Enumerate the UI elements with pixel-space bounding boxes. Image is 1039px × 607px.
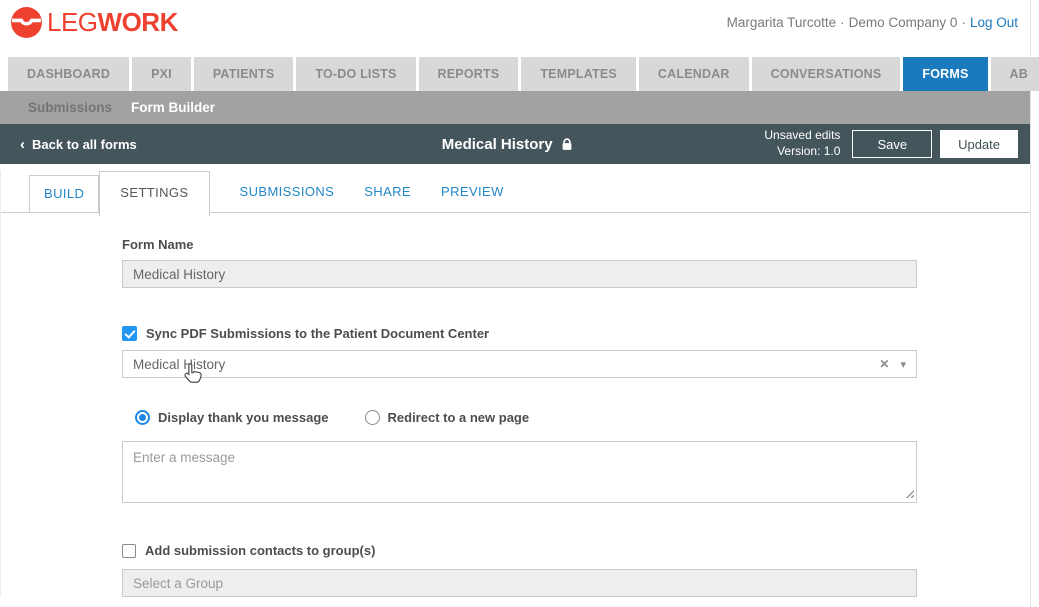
toolbar-actions: Unsaved edits Version: 1.0 Save Update: [764, 128, 1018, 159]
form-name-input[interactable]: [122, 260, 917, 288]
back-to-all-forms-link[interactable]: ‹ Back to all forms: [20, 137, 250, 152]
back-label: Back to all forms: [32, 136, 137, 152]
tab-preview[interactable]: PREVIEW: [441, 184, 504, 212]
top-header: LEGWORK Margarita Turcotte · Demo Company …: [0, 0, 1030, 44]
document-type-select[interactable]: Medical History ✕ ▾: [122, 350, 917, 383]
legwork-logo[interactable]: LEGWORK: [10, 6, 178, 39]
unsaved-edits-text: Unsaved edits: [764, 128, 841, 143]
nav-tab-conversations[interactable]: CONVERSATIONS: [751, 57, 901, 91]
nav-tab-pxi[interactable]: PXI: [132, 57, 191, 91]
update-button[interactable]: Update: [940, 130, 1018, 158]
nav-tab-patients[interactable]: PATIENTS: [193, 57, 294, 91]
subnav-item-form-builder[interactable]: Form Builder: [131, 100, 215, 115]
redirect-new-page-radio[interactable]: [364, 410, 380, 425]
nav-tab-calendar[interactable]: CALENDAR: [638, 57, 749, 91]
lock-icon: [562, 138, 572, 150]
add-to-group-label: Add submission contacts to group(s): [145, 543, 376, 558]
save-button[interactable]: Save: [852, 130, 933, 158]
forms-subnav: Submissions Form Builder: [0, 91, 1030, 124]
add-to-group-row: Add submission contacts to group(s): [122, 543, 917, 558]
separator: ·: [840, 14, 845, 30]
tab-share[interactable]: SHARE: [364, 184, 411, 212]
thank-you-message-textarea[interactable]: [122, 441, 917, 503]
version-text: Version: 1.0: [777, 144, 841, 158]
redirect-new-page-label: Redirect to a new page: [387, 410, 530, 425]
sync-pdf-checkbox[interactable]: [122, 326, 137, 341]
select-controls: ✕ ▾: [879, 351, 906, 377]
sync-pdf-row: Sync PDF Submissions to the Patient Docu…: [122, 326, 917, 341]
subnav-item-submissions[interactable]: Submissions: [28, 100, 112, 115]
form-toolbar: ‹ Back to all forms Medical History Unsa…: [0, 124, 1030, 164]
legwork-smile-icon: [11, 6, 42, 38]
form-title-text: Medical History: [441, 135, 553, 153]
user-info: Margarita Turcotte · Demo Company 0 · Log Ou…: [727, 15, 1018, 30]
clear-selection-icon[interactable]: ✕: [879, 357, 889, 371]
back-chevron-icon: ‹: [20, 135, 25, 153]
tab-settings[interactable]: SETTINGS: [99, 171, 210, 216]
sync-pdf-label: Sync PDF Submissions to the Patient Docu…: [146, 326, 490, 341]
form-name-label: Form Name: [122, 237, 194, 252]
form-builder-main: BUILD SETTINGS SUBMISSIONS SHARE PREVIEW…: [0, 170, 1030, 597]
form-title: Medical History: [250, 136, 764, 153]
primary-nav: DASHBOARD PXI PATIENTS TO-DO LISTS REPOR…: [0, 44, 1039, 91]
tab-submissions[interactable]: SUBMISSIONS: [240, 184, 335, 212]
tab-build[interactable]: BUILD: [29, 175, 100, 212]
display-thank-you-label: Display thank you message: [158, 410, 329, 425]
group-select-input[interactable]: [122, 569, 917, 597]
app-window: LEGWORK Margarita Turcotte · Demo Company …: [0, 0, 1039, 607]
display-thank-you-radio[interactable]: [135, 410, 150, 425]
add-to-group-checkbox[interactable]: [122, 543, 136, 558]
confirmation-options-row: Display thank you message Redirect to a …: [122, 410, 917, 425]
nav-tab-ab[interactable]: AB: [990, 57, 1039, 91]
logout-link[interactable]: Log Out: [970, 15, 1018, 30]
save-status: Unsaved edits Version: 1.0: [764, 128, 840, 159]
document-type-value: Medical History: [133, 356, 226, 372]
logo-wordmark: LEGWORK: [47, 7, 178, 37]
thank-you-message-wrap: [122, 441, 917, 503]
builder-tabs: BUILD SETTINGS SUBMISSIONS SHARE PREVIEW: [1, 170, 1030, 216]
separator: ·: [961, 14, 966, 30]
user-name: Margarita Turcotte: [726, 14, 837, 30]
nav-tab-templates[interactable]: TEMPLATES: [521, 57, 636, 91]
nav-tab-reports[interactable]: REPORTS: [418, 57, 519, 91]
nav-tab-forms[interactable]: FORMS: [903, 57, 988, 91]
chevron-down-icon[interactable]: ▾: [900, 358, 906, 371]
nav-tab-todo-lists[interactable]: TO-DO LISTS: [296, 57, 416, 91]
nav-tab-dashboard[interactable]: DASHBOARD: [8, 57, 130, 91]
company-name: Demo Company 0: [848, 14, 958, 30]
settings-panel: Form Name Sync PDF Submissions to the Pa…: [1, 237, 1030, 597]
